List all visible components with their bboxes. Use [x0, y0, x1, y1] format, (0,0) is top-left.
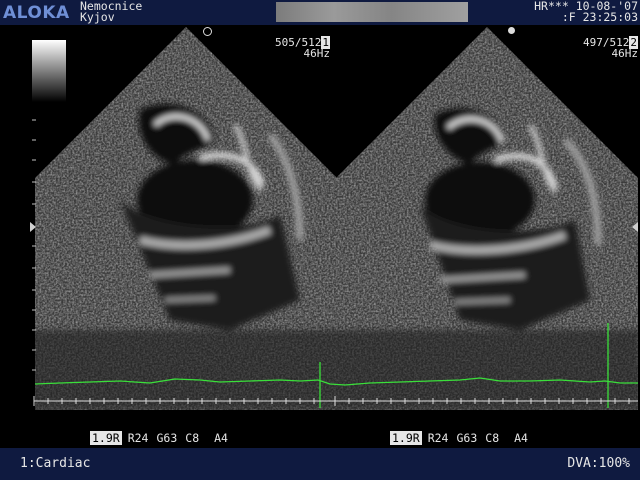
right-frame-rate: 46Hz	[611, 47, 639, 60]
right-frame-info: 497/5122 46Hz	[546, 36, 639, 60]
left-frame-info: 505/5121 46Hz	[238, 36, 331, 60]
right-params: 1.9R R24 G63 C8 A4	[390, 431, 536, 445]
hospital-name: Nemocnice Kyjov	[80, 0, 142, 24]
left-params: 1.9R R24 G63 C8 A4	[90, 431, 236, 445]
hospital-line2: Kyjov	[80, 10, 115, 24]
dva-indicator: DVA:100%	[567, 456, 630, 471]
preset-label[interactable]: 1:Cardiac	[20, 456, 90, 471]
exam-time: :F 23:25:03	[561, 10, 638, 24]
right-gain: G63	[456, 431, 478, 445]
exam-info: HR*** 10-08-'07 :F 23:25:03	[470, 0, 638, 24]
right-rejection: R24	[427, 431, 449, 445]
left-rejection: R24	[127, 431, 149, 445]
right-depth: 1.9R	[390, 431, 422, 445]
left-gain: G63	[156, 431, 178, 445]
right-acoustic: A4	[514, 431, 528, 445]
brand-logo: ALOKA	[3, 3, 70, 23]
orientation-marker-right	[508, 27, 515, 34]
header-bar: ALOKA Nemocnice Kyjov HR*** 10-08-'07 :F…	[0, 0, 640, 25]
left-acoustic: A4	[214, 431, 228, 445]
ultrasound-dual-view	[30, 27, 638, 410]
orientation-marker-left	[203, 27, 212, 36]
right-scan	[336, 27, 638, 410]
right-contrast: C8	[485, 431, 500, 445]
left-contrast: C8	[185, 431, 200, 445]
left-depth: 1.9R	[90, 431, 122, 445]
left-scan	[35, 27, 337, 410]
footer-bar: 1:Cardiac DVA:100%	[0, 448, 640, 480]
left-frame-rate: 46Hz	[303, 47, 331, 60]
redacted-patient-info	[276, 2, 468, 22]
